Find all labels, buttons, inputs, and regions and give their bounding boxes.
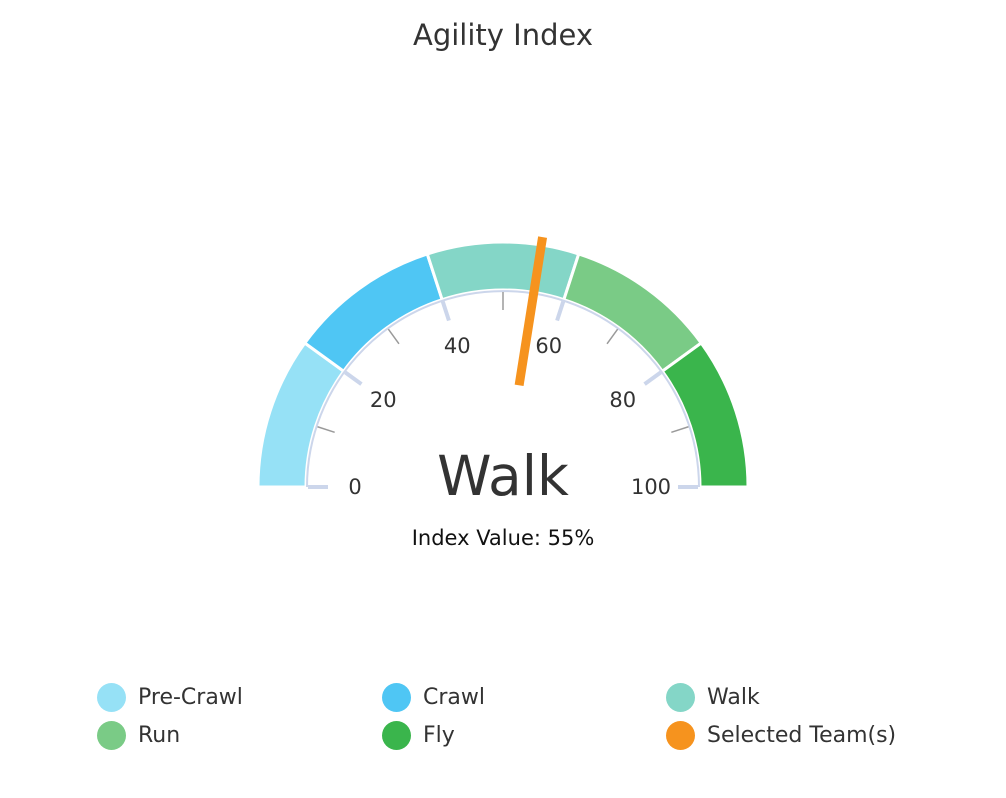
gauge-tick-label: 100 — [631, 475, 671, 499]
legend-swatch — [97, 721, 126, 750]
legend-label: Fly — [423, 723, 455, 748]
legend-label: Walk — [707, 685, 760, 710]
gauge-band-run — [561, 252, 704, 374]
gauge-minor-tick — [317, 426, 335, 434]
gauge-major-tick — [555, 300, 566, 322]
value-label: Index Value: 55% — [412, 526, 595, 550]
center-label: Walk — [437, 444, 569, 508]
legend-swatch — [666, 683, 695, 712]
legend-swatch — [382, 683, 411, 712]
legend-swatch — [382, 721, 411, 750]
gauge-minor-tick — [606, 328, 619, 345]
gauge-tick-label: 60 — [535, 334, 562, 358]
gauge-major-tick — [643, 370, 662, 386]
legend-item-fly[interactable]: Fly — [382, 721, 666, 750]
gauge-tick-label: 80 — [609, 388, 636, 412]
legend-label: Pre-Crawl — [138, 685, 243, 710]
gauge-band-crawl — [302, 252, 445, 374]
legend-swatch — [666, 721, 695, 750]
gauge-minor-tick — [387, 328, 400, 345]
gauge-tick-label: 0 — [348, 475, 361, 499]
legend-swatch — [97, 683, 126, 712]
gauge-band-pre-crawl — [256, 340, 346, 489]
gauge-major-tick — [440, 300, 451, 322]
legend-label: Crawl — [423, 685, 485, 710]
gauge-tick-label: 40 — [444, 334, 471, 358]
gauge-major-tick — [344, 370, 363, 386]
gauge-chart: 0 20 40 60 80 100 Walk Index Value: 55% — [256, 236, 750, 550]
legend-label: Run — [138, 723, 181, 748]
legend-item-crawl[interactable]: Crawl — [382, 683, 666, 712]
legend-item-walk[interactable]: Walk — [666, 683, 957, 712]
legend-item-selected-teams[interactable]: Selected Team(s) — [666, 721, 957, 750]
gauge-tick-label: 20 — [370, 388, 397, 412]
legend-item-run[interactable]: Run — [97, 721, 382, 750]
gauge-minor-tick — [671, 426, 689, 434]
gauge-band-fly — [660, 340, 750, 489]
legend-item-pre-crawl[interactable]: Pre-Crawl — [97, 683, 382, 712]
legend: Pre-Crawl Crawl Walk Run Fly Selected Te… — [97, 683, 957, 750]
legend-label: Selected Team(s) — [707, 723, 897, 748]
